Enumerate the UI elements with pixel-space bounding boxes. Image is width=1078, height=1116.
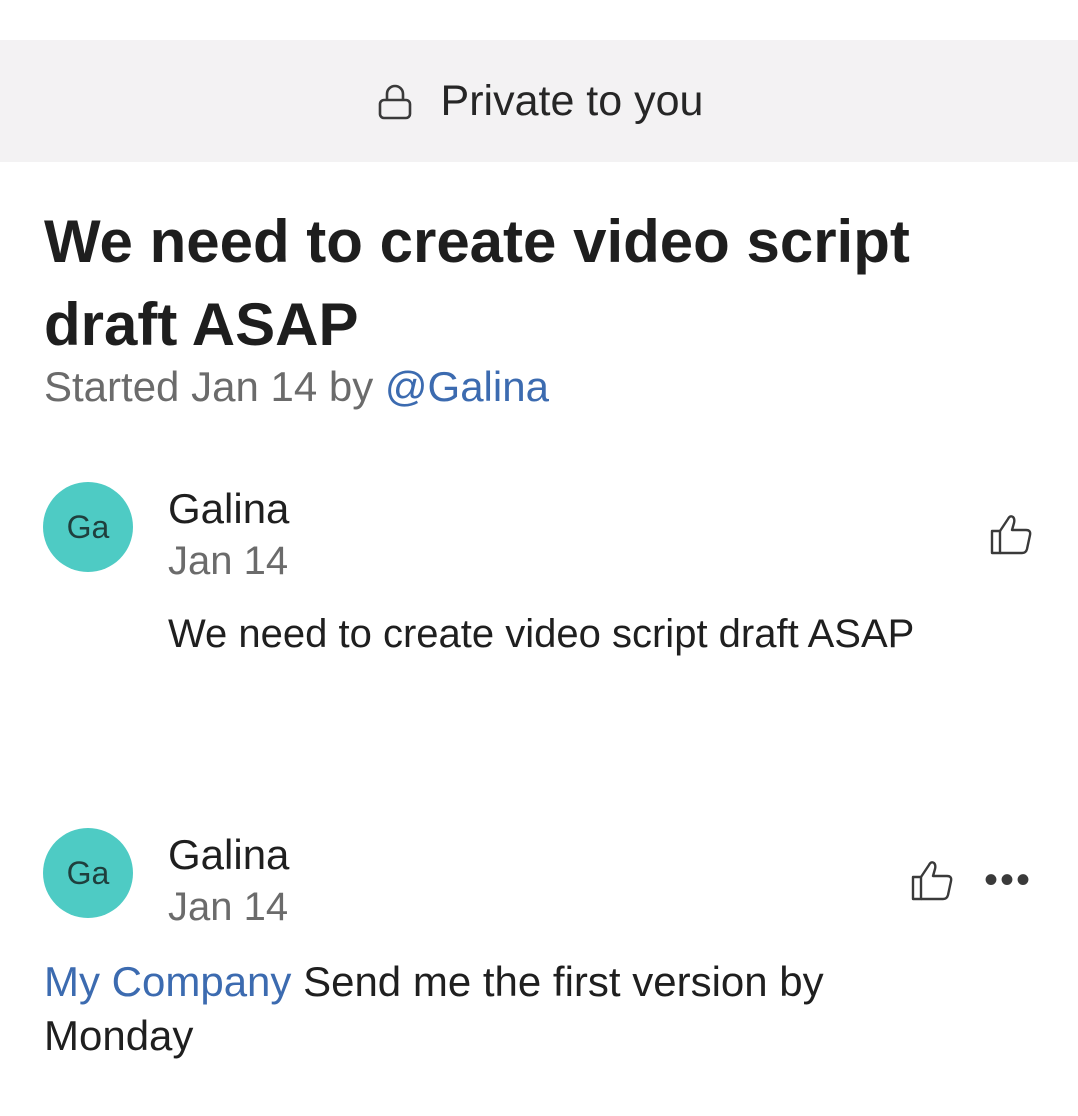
thread-title: We need to create video script draft ASA… [44,208,910,358]
post-body: My Company Send me the first version by … [44,955,944,1063]
post-date: Jan 14 [168,885,289,929]
company-mention[interactable]: My Company [44,958,291,1005]
avatar-initials: Ga [66,508,110,545]
started-prefix: Started Jan 14 by [44,363,374,410]
privacy-label: Private to you [440,76,704,125]
like-button[interactable] [985,508,1037,560]
thumbs-up-icon [990,515,1032,555]
avatar[interactable]: Ga [43,828,133,918]
started-by-mention[interactable]: @Galina [385,363,549,410]
post-author[interactable]: Galina [168,830,289,880]
lock-icon [378,84,411,120]
avatar-initials: Ga [66,854,110,891]
like-button[interactable] [906,854,958,906]
post-body: We need to create video script draft ASA… [168,612,915,656]
thumbs-up-icon [911,861,953,901]
post-date: Jan 14 [168,539,289,583]
post-author[interactable]: Galina [168,484,289,534]
avatar[interactable]: Ga [43,482,133,572]
more-options-icon[interactable]: ••• [984,860,1032,900]
thread-started-line: Started Jan 14 by @Galina [44,360,549,414]
privacy-banner: Private to you [0,40,1078,162]
